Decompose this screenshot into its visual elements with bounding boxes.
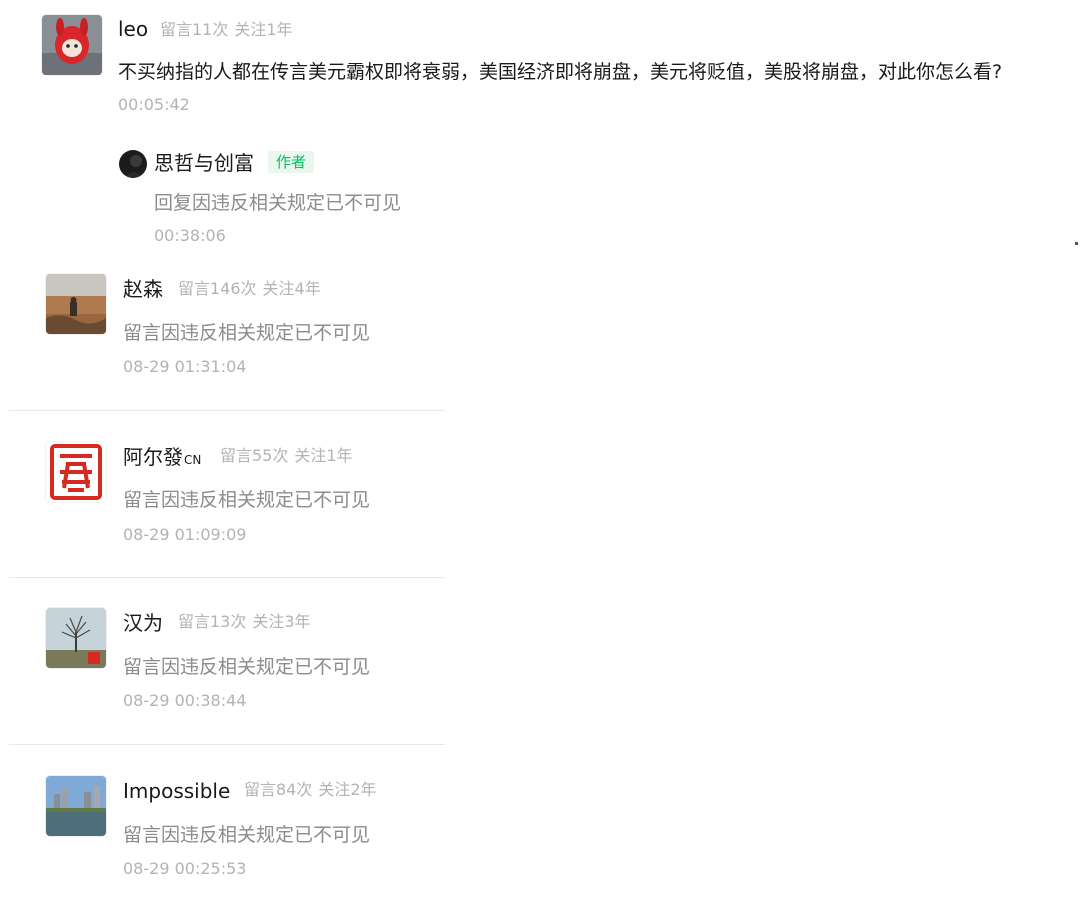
avatar-reply-icon: [119, 150, 147, 178]
message-count: 留言146次: [178, 279, 257, 298]
divider: [9, 744, 445, 745]
avatar[interactable]: [119, 150, 147, 178]
avatar-aerfa-icon: [46, 442, 106, 502]
username-text: 阿尔發: [123, 445, 183, 469]
comment-time: 08-29 01:09:09: [123, 525, 247, 544]
divider: [9, 410, 445, 411]
follow-duration: 关注1年: [234, 20, 293, 39]
comment-time: 08-29 00:38:44: [123, 691, 247, 710]
username-suffix: CN: [184, 453, 202, 467]
reply-username[interactable]: 思哲与创富: [154, 151, 254, 175]
avatar[interactable]: [42, 15, 102, 75]
user-stats: 留言55次 关注1年: [220, 446, 353, 466]
username[interactable]: 汉为: [123, 611, 163, 635]
avatar[interactable]: [46, 442, 106, 502]
reply-time: 00:38:06: [154, 226, 226, 245]
avatar-leo-icon: [42, 15, 102, 75]
comment-text: 留言因违反相关规定已不可见: [123, 322, 371, 344]
user-stats: 留言13次 关注3年: [178, 612, 311, 632]
comment-time: 08-29 00:25:53: [123, 859, 247, 878]
user-stats: 留言146次 关注4年: [178, 279, 321, 299]
follow-duration: 关注3年: [252, 612, 311, 631]
comment-text: 留言因违反相关规定已不可见: [123, 489, 371, 511]
follow-duration: 关注2年: [318, 780, 377, 799]
divider: [9, 577, 445, 578]
reply-text: 回复因违反相关规定已不可见: [154, 192, 402, 214]
follow-duration: 关注1年: [294, 446, 353, 465]
username[interactable]: 赵森: [123, 277, 163, 301]
username[interactable]: 阿尔發CN: [123, 445, 201, 472]
avatar-zhaosen-icon: [46, 274, 106, 334]
avatar[interactable]: [46, 608, 106, 668]
username[interactable]: leo: [118, 17, 148, 41]
scroll-marker: [1075, 242, 1078, 245]
avatar-hanwei-icon: [46, 608, 106, 668]
comment-time: 00:05:42: [118, 95, 190, 114]
avatar[interactable]: [46, 776, 106, 836]
avatar-impossible-icon: [46, 776, 106, 836]
message-count: 留言13次: [178, 612, 247, 631]
user-stats: 留言11次 关注1年: [160, 20, 293, 40]
comment-text: 不买纳指的人都在传言美元霸权即将衰弱，美国经济即将崩盘，美元将贬值，美股将崩盘，…: [118, 61, 1003, 83]
comment-time: 08-29 01:31:04: [123, 357, 247, 376]
comment-text: 留言因违反相关规定已不可见: [123, 824, 371, 846]
message-count: 留言11次: [160, 20, 229, 39]
message-count: 留言84次: [244, 780, 313, 799]
avatar[interactable]: [46, 274, 106, 334]
author-badge: 作者: [268, 151, 315, 173]
message-count: 留言55次: [220, 446, 289, 465]
follow-duration: 关注4年: [262, 279, 321, 298]
user-stats: 留言84次 关注2年: [244, 780, 377, 800]
comment-text: 留言因违反相关规定已不可见: [123, 656, 371, 678]
username[interactable]: Impossible: [123, 779, 230, 803]
